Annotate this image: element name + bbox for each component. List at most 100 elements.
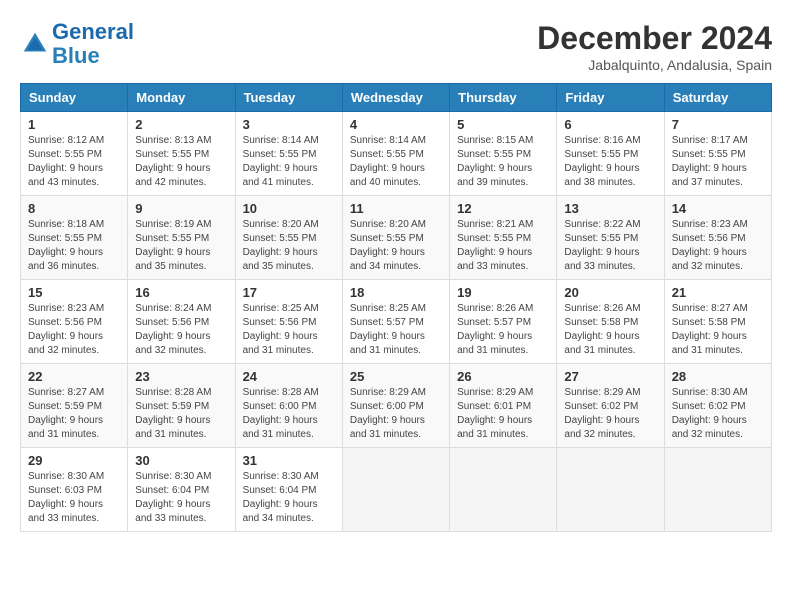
day-info: Sunrise: 8:12 AM Sunset: 5:55 PM Dayligh… xyxy=(28,134,120,190)
calendar-cell: 24 Sunrise: 8:28 AM Sunset: 6:00 PM Dayl… xyxy=(235,364,342,448)
day-number: 16 xyxy=(135,285,227,300)
day-info: Sunrise: 8:23 AM Sunset: 5:56 PM Dayligh… xyxy=(28,302,120,358)
calendar-cell: 21 Sunrise: 8:27 AM Sunset: 5:58 PM Dayl… xyxy=(664,280,771,364)
day-number: 27 xyxy=(564,369,656,384)
day-number: 1 xyxy=(28,117,120,132)
day-number: 29 xyxy=(28,453,120,468)
day-info: Sunrise: 8:27 AM Sunset: 5:58 PM Dayligh… xyxy=(672,302,764,358)
day-number: 14 xyxy=(672,201,764,216)
day-number: 24 xyxy=(243,369,335,384)
day-number: 17 xyxy=(243,285,335,300)
day-info: Sunrise: 8:30 AM Sunset: 6:02 PM Dayligh… xyxy=(672,386,764,442)
calendar-cell: 6 Sunrise: 8:16 AM Sunset: 5:55 PM Dayli… xyxy=(557,112,664,196)
day-info: Sunrise: 8:22 AM Sunset: 5:55 PM Dayligh… xyxy=(564,218,656,274)
day-info: Sunrise: 8:24 AM Sunset: 5:56 PM Dayligh… xyxy=(135,302,227,358)
calendar-cell: 2 Sunrise: 8:13 AM Sunset: 5:55 PM Dayli… xyxy=(128,112,235,196)
calendar-cell: 22 Sunrise: 8:27 AM Sunset: 5:59 PM Dayl… xyxy=(21,364,128,448)
weekday-header: Wednesday xyxy=(342,84,449,112)
calendar-week-row: 1 Sunrise: 8:12 AM Sunset: 5:55 PM Dayli… xyxy=(21,112,772,196)
calendar-cell: 30 Sunrise: 8:30 AM Sunset: 6:04 PM Dayl… xyxy=(128,448,235,532)
day-number: 2 xyxy=(135,117,227,132)
calendar-cell: 23 Sunrise: 8:28 AM Sunset: 5:59 PM Dayl… xyxy=(128,364,235,448)
day-number: 22 xyxy=(28,369,120,384)
day-number: 18 xyxy=(350,285,442,300)
logo-text: General Blue xyxy=(52,20,134,68)
calendar-cell: 27 Sunrise: 8:29 AM Sunset: 6:02 PM Dayl… xyxy=(557,364,664,448)
calendar-week-row: 15 Sunrise: 8:23 AM Sunset: 5:56 PM Dayl… xyxy=(21,280,772,364)
calendar-cell: 12 Sunrise: 8:21 AM Sunset: 5:55 PM Dayl… xyxy=(450,196,557,280)
day-number: 8 xyxy=(28,201,120,216)
page-header: General Blue December 2024 Jabalquinto, … xyxy=(20,20,772,73)
day-info: Sunrise: 8:17 AM Sunset: 5:55 PM Dayligh… xyxy=(672,134,764,190)
calendar-cell: 14 Sunrise: 8:23 AM Sunset: 5:56 PM Dayl… xyxy=(664,196,771,280)
day-number: 31 xyxy=(243,453,335,468)
calendar-cell xyxy=(664,448,771,532)
day-info: Sunrise: 8:21 AM Sunset: 5:55 PM Dayligh… xyxy=(457,218,549,274)
calendar-cell: 19 Sunrise: 8:26 AM Sunset: 5:57 PM Dayl… xyxy=(450,280,557,364)
day-number: 12 xyxy=(457,201,549,216)
day-number: 7 xyxy=(672,117,764,132)
day-info: Sunrise: 8:29 AM Sunset: 6:01 PM Dayligh… xyxy=(457,386,549,442)
weekday-header-row: SundayMondayTuesdayWednesdayThursdayFrid… xyxy=(21,84,772,112)
day-info: Sunrise: 8:30 AM Sunset: 6:04 PM Dayligh… xyxy=(243,470,335,526)
day-info: Sunrise: 8:20 AM Sunset: 5:55 PM Dayligh… xyxy=(243,218,335,274)
day-number: 15 xyxy=(28,285,120,300)
calendar-cell xyxy=(342,448,449,532)
day-info: Sunrise: 8:20 AM Sunset: 5:55 PM Dayligh… xyxy=(350,218,442,274)
calendar-cell: 3 Sunrise: 8:14 AM Sunset: 5:55 PM Dayli… xyxy=(235,112,342,196)
day-number: 23 xyxy=(135,369,227,384)
calendar-cell: 17 Sunrise: 8:25 AM Sunset: 5:56 PM Dayl… xyxy=(235,280,342,364)
day-info: Sunrise: 8:28 AM Sunset: 6:00 PM Dayligh… xyxy=(243,386,335,442)
calendar-cell: 29 Sunrise: 8:30 AM Sunset: 6:03 PM Dayl… xyxy=(21,448,128,532)
calendar-cell: 1 Sunrise: 8:12 AM Sunset: 5:55 PM Dayli… xyxy=(21,112,128,196)
calendar-cell: 20 Sunrise: 8:26 AM Sunset: 5:58 PM Dayl… xyxy=(557,280,664,364)
day-info: Sunrise: 8:25 AM Sunset: 5:57 PM Dayligh… xyxy=(350,302,442,358)
day-info: Sunrise: 8:29 AM Sunset: 6:00 PM Dayligh… xyxy=(350,386,442,442)
day-number: 25 xyxy=(350,369,442,384)
day-info: Sunrise: 8:29 AM Sunset: 6:02 PM Dayligh… xyxy=(564,386,656,442)
calendar-cell: 11 Sunrise: 8:20 AM Sunset: 5:55 PM Dayl… xyxy=(342,196,449,280)
weekday-header: Friday xyxy=(557,84,664,112)
day-info: Sunrise: 8:18 AM Sunset: 5:55 PM Dayligh… xyxy=(28,218,120,274)
calendar-cell: 5 Sunrise: 8:15 AM Sunset: 5:55 PM Dayli… xyxy=(450,112,557,196)
day-info: Sunrise: 8:14 AM Sunset: 5:55 PM Dayligh… xyxy=(243,134,335,190)
day-info: Sunrise: 8:19 AM Sunset: 5:55 PM Dayligh… xyxy=(135,218,227,274)
calendar-cell: 10 Sunrise: 8:20 AM Sunset: 5:55 PM Dayl… xyxy=(235,196,342,280)
calendar-cell: 15 Sunrise: 8:23 AM Sunset: 5:56 PM Dayl… xyxy=(21,280,128,364)
day-number: 3 xyxy=(243,117,335,132)
day-info: Sunrise: 8:25 AM Sunset: 5:56 PM Dayligh… xyxy=(243,302,335,358)
calendar-week-row: 22 Sunrise: 8:27 AM Sunset: 5:59 PM Dayl… xyxy=(21,364,772,448)
calendar-cell: 8 Sunrise: 8:18 AM Sunset: 5:55 PM Dayli… xyxy=(21,196,128,280)
day-info: Sunrise: 8:13 AM Sunset: 5:55 PM Dayligh… xyxy=(135,134,227,190)
day-number: 28 xyxy=(672,369,764,384)
calendar-cell xyxy=(557,448,664,532)
day-number: 6 xyxy=(564,117,656,132)
weekday-header: Sunday xyxy=(21,84,128,112)
day-number: 10 xyxy=(243,201,335,216)
day-number: 19 xyxy=(457,285,549,300)
calendar-week-row: 29 Sunrise: 8:30 AM Sunset: 6:03 PM Dayl… xyxy=(21,448,772,532)
day-info: Sunrise: 8:15 AM Sunset: 5:55 PM Dayligh… xyxy=(457,134,549,190)
logo-icon xyxy=(20,29,50,59)
day-number: 11 xyxy=(350,201,442,216)
calendar-cell: 18 Sunrise: 8:25 AM Sunset: 5:57 PM Dayl… xyxy=(342,280,449,364)
calendar-cell: 26 Sunrise: 8:29 AM Sunset: 6:01 PM Dayl… xyxy=(450,364,557,448)
logo-line1: General xyxy=(52,19,134,44)
logo-line2: Blue xyxy=(52,43,100,68)
location-title: Jabalquinto, Andalusia, Spain xyxy=(537,57,772,73)
day-number: 21 xyxy=(672,285,764,300)
weekday-header: Tuesday xyxy=(235,84,342,112)
calendar-cell: 4 Sunrise: 8:14 AM Sunset: 5:55 PM Dayli… xyxy=(342,112,449,196)
logo: General Blue xyxy=(20,20,134,68)
day-info: Sunrise: 8:16 AM Sunset: 5:55 PM Dayligh… xyxy=(564,134,656,190)
title-section: December 2024 Jabalquinto, Andalusia, Sp… xyxy=(537,20,772,73)
day-info: Sunrise: 8:26 AM Sunset: 5:58 PM Dayligh… xyxy=(564,302,656,358)
calendar-cell: 13 Sunrise: 8:22 AM Sunset: 5:55 PM Dayl… xyxy=(557,196,664,280)
weekday-header: Saturday xyxy=(664,84,771,112)
day-number: 13 xyxy=(564,201,656,216)
calendar-cell: 31 Sunrise: 8:30 AM Sunset: 6:04 PM Dayl… xyxy=(235,448,342,532)
calendar-table: SundayMondayTuesdayWednesdayThursdayFrid… xyxy=(20,83,772,532)
calendar-cell: 7 Sunrise: 8:17 AM Sunset: 5:55 PM Dayli… xyxy=(664,112,771,196)
weekday-header: Monday xyxy=(128,84,235,112)
day-info: Sunrise: 8:28 AM Sunset: 5:59 PM Dayligh… xyxy=(135,386,227,442)
